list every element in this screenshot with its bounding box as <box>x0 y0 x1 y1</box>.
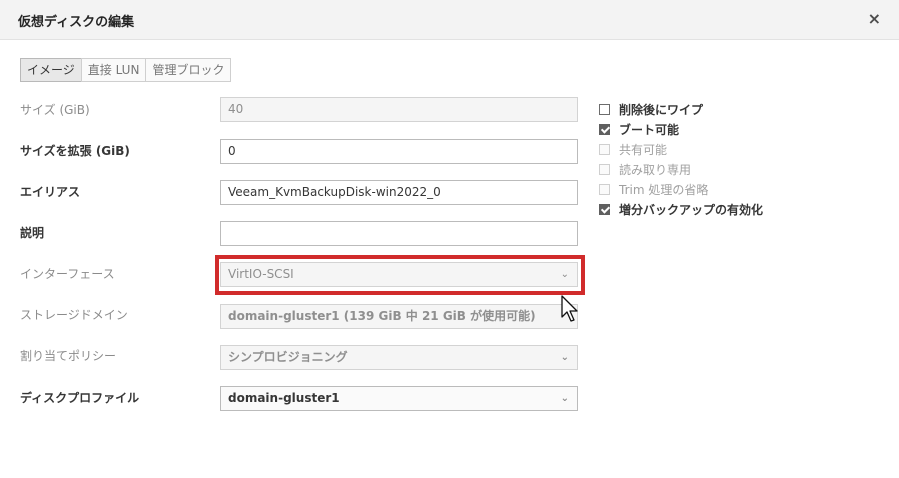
checkbox-label: 読み取り専用 <box>619 163 692 177</box>
disk-type-tabs: イメージ 直接 LUN 管理ブロック <box>20 58 232 82</box>
alias-input[interactable]: Veeam_KvmBackupDisk-win2022_0 <box>220 180 578 205</box>
read-only-checkbox: 読み取り専用 <box>599 161 691 178</box>
size-field: 40 <box>220 97 578 122</box>
allocation-policy-value: シンプロビジョニング <box>228 350 348 364</box>
edit-virtual-disk-dialog: 仮想ディスクの編集 × イメージ 直接 LUN 管理ブロック サイズ (GiB)… <box>0 0 899 478</box>
checkbox-box[interactable] <box>599 204 610 215</box>
tab-direct-lun[interactable]: 直接 LUN <box>80 58 147 82</box>
allocation-policy-select: シンプロビジョニング ⌄ <box>220 345 578 370</box>
checkbox-box <box>599 164 610 175</box>
close-icon[interactable]: × <box>868 9 881 28</box>
checkbox-label: ブート可能 <box>619 123 680 137</box>
shareable-checkbox: 共有可能 <box>599 141 667 158</box>
bootable-checkbox[interactable]: ブート可能 <box>599 121 679 138</box>
size-label: サイズ (GiB) <box>20 103 90 117</box>
description-label: 説明 <box>20 226 45 240</box>
checkbox-box[interactable] <box>599 104 610 115</box>
checkbox-box[interactable] <box>599 124 610 135</box>
checkbox-label: Trim 処理の省略 <box>619 183 709 197</box>
disk-profile-value: domain-gluster1 <box>228 391 340 405</box>
extend-size-input[interactable]: 0 <box>220 139 578 164</box>
tab-managed-block[interactable]: 管理ブロック <box>145 58 232 82</box>
checkbox-label: 削除後にワイプ <box>619 103 704 117</box>
dialog-title: 仮想ディスクの編集 <box>18 15 135 30</box>
mouse-pointer-icon <box>561 295 578 322</box>
incremental-backup-checkbox[interactable]: 増分バックアップの有効化 <box>599 201 763 218</box>
storage-domain-label: ストレージドメイン <box>20 308 128 322</box>
pass-discard-checkbox: Trim 処理の省略 <box>599 181 708 198</box>
storage-domain-field: domain-gluster1 (139 GiB 中 21 GiB が使用可能) <box>220 304 578 329</box>
extend-size-label: サイズを拡張 (GiB) <box>20 144 130 158</box>
dialog-header: 仮想ディスクの編集 × <box>0 0 899 40</box>
interface-value: VirtIO-SCSI <box>228 267 294 281</box>
allocation-policy-label: 割り当てポリシー <box>20 349 117 363</box>
disk-profile-label: ディスクプロファイル <box>20 391 140 405</box>
interface-label: インターフェース <box>20 267 115 281</box>
wipe-after-delete-checkbox[interactable]: 削除後にワイプ <box>599 101 703 118</box>
checkbox-label: 増分バックアップの有効化 <box>619 203 764 217</box>
chevron-down-icon: ⌄ <box>560 269 569 280</box>
tab-image[interactable]: イメージ <box>20 58 82 82</box>
description-input[interactable] <box>220 221 578 246</box>
chevron-down-icon: ⌄ <box>560 393 569 404</box>
checkbox-box <box>599 184 610 195</box>
interface-select[interactable]: VirtIO-SCSI ⌄ <box>220 262 578 287</box>
alias-label: エイリアス <box>20 185 81 199</box>
checkbox-box <box>599 144 610 155</box>
disk-profile-select[interactable]: domain-gluster1 ⌄ <box>220 386 578 411</box>
checkbox-label: 共有可能 <box>619 143 668 157</box>
chevron-down-icon: ⌄ <box>560 352 569 363</box>
